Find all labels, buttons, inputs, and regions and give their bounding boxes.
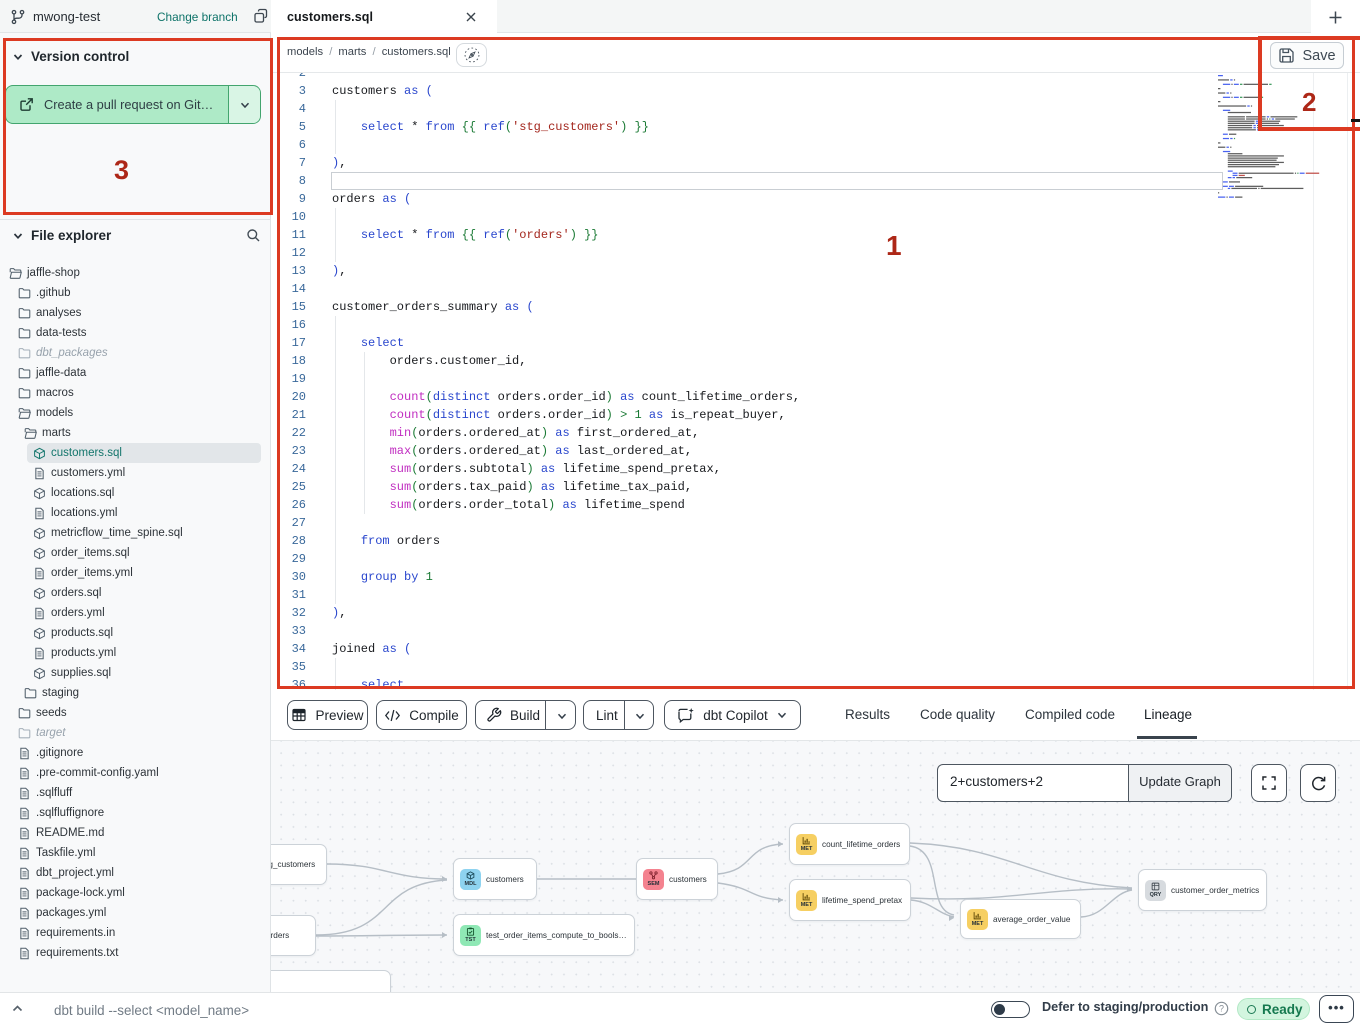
svg-text:?: ? bbox=[1219, 1004, 1224, 1014]
